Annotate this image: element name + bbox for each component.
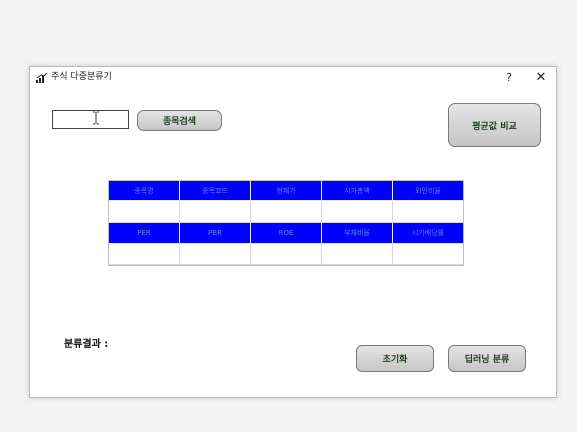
classification-result-label: 분류결과 :: [64, 339, 109, 350]
stock-search-input[interactable]: [52, 110, 129, 129]
stock-search-button[interactable]: 종목검색: [137, 110, 222, 131]
table-cell[interactable]: [251, 201, 322, 223]
chart-icon: [36, 73, 48, 83]
close-button[interactable]: ✕: [530, 69, 552, 87]
table-cell[interactable]: [109, 244, 180, 265]
table-cell[interactable]: [322, 201, 393, 223]
table-cell[interactable]: [109, 201, 180, 223]
table-cell[interactable]: [393, 244, 463, 265]
header-cell: 종목명: [109, 181, 180, 201]
header-cell: ROE: [251, 223, 322, 244]
deep-learning-classify-button[interactable]: 딥러닝 분류: [448, 345, 526, 372]
title-bar: 주식 다중분류기 ? ✕: [30, 67, 556, 89]
table-cell[interactable]: [251, 244, 322, 265]
header-cell: 종목코드: [180, 181, 251, 201]
table-header-row: 종목명 종목코드 현재가 시가총액 외인비율: [109, 181, 463, 201]
table-cell[interactable]: [393, 201, 463, 223]
app-window: 주식 다중분류기 ? ✕ 종목검색 평균값 비교 종목명 종목코드 현재가 시가…: [29, 66, 557, 398]
header-cell: PBR: [180, 223, 251, 244]
reset-button[interactable]: 초기화: [356, 345, 434, 372]
header-cell: 외인비율: [393, 181, 463, 201]
header-cell: 시가배당률: [393, 223, 463, 244]
text-cursor-icon: [93, 111, 99, 125]
table-row: [109, 201, 463, 223]
header-cell: 부채비율: [322, 223, 393, 244]
table-cell[interactable]: [180, 201, 251, 223]
stock-info-table: 종목명 종목코드 현재가 시가총액 외인비율 PER PBR ROE 부채비율 …: [108, 180, 464, 266]
header-cell: 시가총액: [322, 181, 393, 201]
window-title: 주식 다중분류기: [51, 72, 112, 82]
average-compare-button[interactable]: 평균값 비교: [448, 103, 541, 147]
table-cell[interactable]: [322, 244, 393, 265]
table-cell[interactable]: [180, 244, 251, 265]
header-cell: 현재가: [251, 181, 322, 201]
table-header-row: PER PBR ROE 부채비율 시가배당률: [109, 223, 463, 244]
help-button[interactable]: ?: [498, 69, 520, 87]
table-row: [109, 244, 463, 265]
header-cell: PER: [109, 223, 180, 244]
